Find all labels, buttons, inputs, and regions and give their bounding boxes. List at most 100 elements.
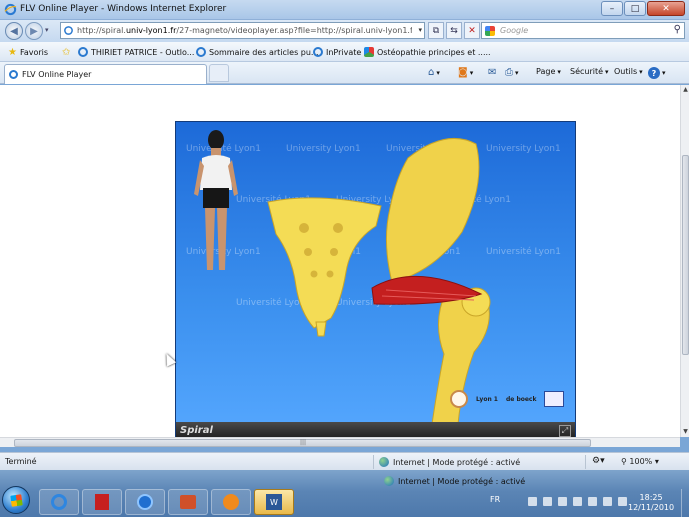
stop-button[interactable]: ✕ xyxy=(464,22,480,39)
fullscreen-icon[interactable]: ⤢ xyxy=(559,425,571,437)
site-favicon-icon xyxy=(364,47,374,57)
taskbar: Internet | Mode protégé : activé W FR 18… xyxy=(0,470,689,517)
maximize-button[interactable]: □ xyxy=(624,1,646,16)
back-arrow-icon: ◀ xyxy=(10,25,18,37)
mail-icon: ✉ xyxy=(488,67,497,78)
favorites-star-icon: ★ xyxy=(8,46,17,58)
taskbar-acrobat[interactable] xyxy=(82,489,122,515)
window-title: FLV Online Player - Windows Internet Exp… xyxy=(20,4,227,14)
taskbar-powerpoint[interactable] xyxy=(168,489,208,515)
security-zone[interactable]: Internet | Mode protégé : activé xyxy=(379,457,520,467)
address-row: ◀ ▶ ▾ http://spiral.univ-lyon1.fr/27-mag… xyxy=(0,20,689,42)
security-menu[interactable]: Sécurité ▾ xyxy=(570,67,609,76)
lyon1-logo: Lyon 1 xyxy=(476,395,498,403)
feeds-button[interactable]: ◙ ▾ xyxy=(458,67,473,78)
powerpoint-icon xyxy=(180,495,196,509)
taskbar-word[interactable]: W xyxy=(254,489,294,515)
tray-volume-icon[interactable] xyxy=(618,497,627,506)
anatomy-illustration xyxy=(194,130,491,424)
address-bar[interactable]: http://spiral.univ-lyon1.fr/27-magneto/v… xyxy=(60,22,425,39)
scroll-down-icon[interactable]: ▼ xyxy=(682,428,689,436)
favorite-item-osteopathie[interactable]: Ostéopathie principes et ..... xyxy=(364,44,491,60)
spiral-brand: Spiral xyxy=(180,425,213,436)
tab-page-icon xyxy=(9,70,18,79)
ie-page-icon xyxy=(313,47,323,57)
status-text: Terminé xyxy=(5,457,37,466)
forward-button[interactable]: ▶ xyxy=(25,22,43,40)
tray-display-icon[interactable] xyxy=(588,497,597,506)
help-icon: ? xyxy=(648,67,660,79)
taskbar-tooltip-status: Internet | Mode protégé : activé xyxy=(384,476,525,486)
vertical-scroll-thumb[interactable] xyxy=(682,155,689,355)
favorite-item-inprivate[interactable]: InPrivate xyxy=(313,44,361,60)
title-bar: FLV Online Player - Windows Internet Exp… xyxy=(0,0,689,20)
window-controls: – □ ✕ xyxy=(601,1,685,16)
read-mail-button[interactable]: ✉ xyxy=(488,67,496,78)
chevron-down-icon: ▾ xyxy=(605,67,609,76)
partner-logos: Lyon 1 de boeck xyxy=(450,390,565,408)
university-seal-icon xyxy=(450,390,468,408)
media-player-icon xyxy=(223,494,239,510)
tray-device-icon[interactable] xyxy=(528,497,537,506)
search-box[interactable]: Google ⚲ xyxy=(481,22,685,39)
taskbar-media-player[interactable] xyxy=(211,489,251,515)
history-dropdown-icon[interactable]: ▾ xyxy=(45,26,49,34)
home-button[interactable]: ⌂ ▾ xyxy=(428,67,440,78)
globe-icon xyxy=(384,476,394,486)
scroll-grip-icon: ||| xyxy=(300,439,307,446)
horizontal-scrollbar[interactable]: ||| xyxy=(0,437,680,447)
tools-menu[interactable]: Outils ▾ xyxy=(614,67,643,76)
page-menu[interactable]: Page ▾ xyxy=(536,67,561,76)
ie-icon xyxy=(51,494,67,510)
tray-network-icon[interactable] xyxy=(543,497,552,506)
uvs-logo-icon xyxy=(544,391,565,407)
deboeck-logo: de boeck xyxy=(505,395,537,403)
chevron-down-icon: ▾ xyxy=(557,67,561,76)
start-button[interactable] xyxy=(2,486,30,514)
tray-flag-icon[interactable] xyxy=(573,497,582,506)
ie-page-icon xyxy=(78,47,88,57)
minimize-button[interactable]: – xyxy=(601,1,623,16)
ie-page-icon xyxy=(196,47,206,57)
search-input[interactable]: Google xyxy=(500,26,528,35)
video-player[interactable]: Université Lyon1 University Lyon1 Univer… xyxy=(175,121,576,441)
add-favorite-star-icon: ✩ xyxy=(62,46,71,58)
page-icon xyxy=(64,26,73,35)
help-menu[interactable]: ? ▾ xyxy=(648,67,666,79)
favorites-button[interactable]: ★ Favoris xyxy=(8,44,48,60)
favorite-item-sommaire[interactable]: Sommaire des articles pu... xyxy=(196,44,319,60)
address-dropdown-icon[interactable]: ▾ xyxy=(418,26,422,34)
search-icon[interactable]: ⚲ xyxy=(674,24,681,35)
vertical-scrollbar[interactable]: ▲ ▼ xyxy=(680,85,689,437)
google-icon xyxy=(485,26,495,36)
new-tab-button[interactable] xyxy=(209,64,229,82)
back-button[interactable]: ◀ xyxy=(5,22,23,40)
command-bar: FLV Online Player ⌂ ▾ ◙ ▾ ✉ ⎙ ▾ Page ▾ Sécur… xyxy=(0,62,689,84)
close-button[interactable]: ✕ xyxy=(647,1,685,16)
refresh-icon: ⇆ xyxy=(450,25,458,36)
tray-antivirus-icon[interactable] xyxy=(558,497,567,506)
print-button[interactable]: ⎙ ▾ xyxy=(505,67,519,78)
zoom-level[interactable]: ⚲ 100% ▾ xyxy=(621,457,659,466)
system-clock[interactable]: 18:25 12/11/2010 xyxy=(628,493,674,513)
word-icon: W xyxy=(266,494,282,510)
language-indicator[interactable]: FR xyxy=(490,495,500,504)
compatibility-view-button[interactable]: ⧉ xyxy=(428,22,444,39)
tab-flv-online-player[interactable]: FLV Online Player xyxy=(4,64,207,84)
refresh-button[interactable]: ⇆ xyxy=(446,22,462,39)
stop-icon: ✕ xyxy=(468,25,476,36)
rss-icon: ◙ xyxy=(458,67,468,78)
scroll-up-icon[interactable]: ▲ xyxy=(682,86,689,94)
chevron-down-icon: ▾ xyxy=(639,67,643,76)
taskbar-internet-explorer[interactable] xyxy=(39,489,79,515)
tray-power-icon[interactable] xyxy=(603,497,612,506)
taskbar-quicktime[interactable] xyxy=(125,489,165,515)
pdf-icon xyxy=(95,494,109,510)
url-text[interactable]: http://spiral.univ-lyon1.fr/27-magneto/v… xyxy=(77,26,412,35)
forward-arrow-icon: ▶ xyxy=(30,25,38,37)
add-favorite-button[interactable]: ✩ xyxy=(62,44,70,60)
favorite-item-outlook[interactable]: THIRIET PATRICE - Outlo... xyxy=(78,44,194,60)
address-tools: ⧉ ⇆ ✕ xyxy=(428,22,480,39)
security-settings-icon[interactable]: ⚙▾ xyxy=(592,456,605,466)
show-desktop-button[interactable] xyxy=(681,489,689,517)
